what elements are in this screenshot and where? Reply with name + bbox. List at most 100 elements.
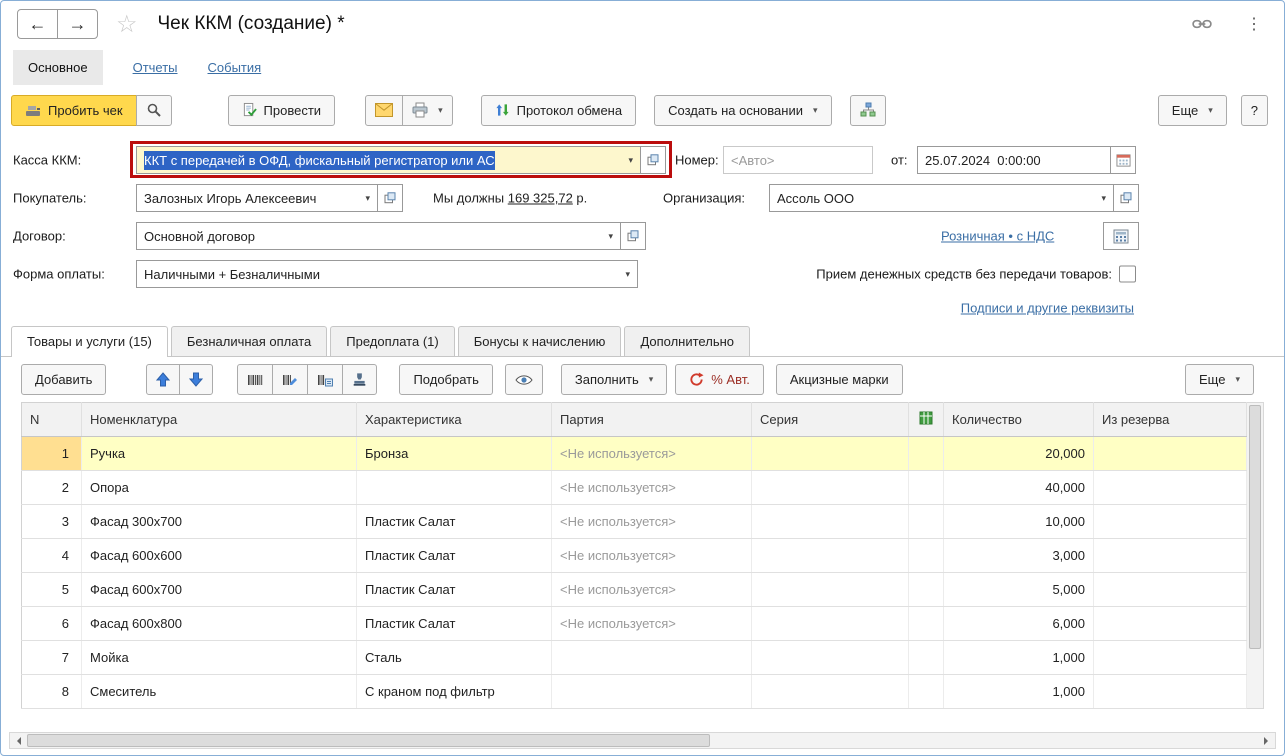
table-more-button[interactable]: Еще ▾	[1185, 364, 1254, 395]
debt-amount-link[interactable]: 169 325,72	[508, 191, 573, 206]
more-actions-button[interactable]: Еще ▾	[1157, 94, 1227, 126]
cell-nomenclature[interactable]: Мойка	[81, 640, 357, 675]
stamp-button[interactable]	[342, 364, 378, 395]
date-calendar-button[interactable]	[1110, 146, 1136, 174]
tab-cashless-payment[interactable]: Безналичная оплата	[170, 326, 328, 356]
send-email-button[interactable]	[365, 94, 404, 126]
prices-discounts-button[interactable]	[1103, 222, 1139, 250]
cell-characteristic[interactable]: Пластик Салат	[356, 606, 552, 641]
buyer-field[interactable]: Залозных Игорь Алексеевич ▾	[136, 184, 378, 212]
cell-quantity[interactable]: 3,000	[943, 538, 1094, 573]
horizontal-scrollbar[interactable]	[9, 732, 1276, 749]
cell-series[interactable]	[751, 674, 909, 709]
cell-marking[interactable]	[908, 470, 944, 505]
col-n[interactable]: N	[21, 402, 82, 437]
add-row-button[interactable]: Добавить	[21, 364, 107, 395]
cell-nomenclature[interactable]: Фасад 600x700	[81, 572, 357, 607]
horizontal-scrollbar-track[interactable]	[710, 733, 1258, 748]
cell-characteristic[interactable]	[356, 470, 552, 505]
cell-reserve[interactable]	[1093, 436, 1247, 471]
vertical-scrollbar-thumb[interactable]	[1249, 405, 1261, 649]
cell-nomenclature[interactable]: Смеситель	[81, 674, 357, 709]
back-button[interactable]: ←	[17, 9, 58, 39]
nav-item-reports[interactable]: Отчеты	[133, 60, 178, 75]
cell-batch[interactable]	[551, 674, 752, 709]
table-row[interactable]: 5 Фасад 600x700 Пластик Салат <Не исполь…	[21, 572, 1247, 607]
kassa-field[interactable]: ККТ с передачей в ОФД, фискальный регист…	[136, 146, 641, 174]
cell-batch[interactable]: <Не используется>	[551, 504, 752, 539]
cell-reserve[interactable]	[1093, 538, 1247, 573]
auto-discount-button[interactable]: % Авт.	[675, 364, 764, 395]
cell-series[interactable]	[751, 572, 909, 607]
cell-quantity[interactable]: 5,000	[943, 572, 1094, 607]
horizontal-scrollbar-thumb[interactable]	[27, 734, 711, 747]
scroll-left-button[interactable]	[10, 733, 27, 748]
cell-batch[interactable]: <Не используется>	[551, 606, 752, 641]
col-batch[interactable]: Партия	[551, 402, 752, 437]
cell-nomenclature[interactable]: Фасад 300x700	[81, 504, 357, 539]
cell-reserve[interactable]	[1093, 640, 1247, 675]
enter-barcode-button[interactable]	[272, 364, 309, 395]
tab-goods-services[interactable]: Товары и услуги (15)	[11, 326, 168, 357]
tab-bonuses[interactable]: Бонусы к начислению	[457, 326, 622, 356]
cell-quantity[interactable]: 10,000	[943, 504, 1094, 539]
table-row[interactable]: 4 Фасад 600x600 Пластик Салат <Не исполь…	[21, 538, 1247, 573]
cell-nomenclature[interactable]: Опора	[81, 470, 357, 505]
cell-marking[interactable]	[908, 674, 944, 709]
table-row[interactable]: 2 Опора <Не используется> 40,000	[21, 470, 1247, 505]
help-button[interactable]: ?	[1240, 94, 1268, 126]
kassa-dropdown-caret[interactable]: ▾	[623, 155, 638, 166]
contract-dropdown-caret[interactable]: ▾	[603, 231, 618, 242]
more-menu-icon[interactable]: ⋮	[1240, 14, 1268, 34]
document-structure-button[interactable]	[849, 94, 886, 126]
cell-batch[interactable]: <Не используется>	[551, 436, 752, 471]
cell-characteristic[interactable]: С краном под фильтр	[356, 674, 552, 709]
barcode-list-button[interactable]	[307, 364, 344, 395]
print-button[interactable]: ▾	[402, 94, 453, 126]
cell-reserve[interactable]	[1093, 504, 1247, 539]
cell-series[interactable]	[751, 470, 909, 505]
vertical-scrollbar[interactable]	[1247, 402, 1264, 709]
cell-nomenclature[interactable]: Ручка	[81, 436, 357, 471]
excise-stamps-button[interactable]: Акцизные марки	[775, 364, 903, 395]
post-button[interactable]: Провести	[227, 94, 336, 126]
table-row[interactable]: 6 Фасад 600x800 Пластик Салат <Не исполь…	[21, 606, 1247, 641]
cell-batch[interactable]	[551, 640, 752, 675]
col-series[interactable]: Серия	[751, 402, 909, 437]
pick-items-button[interactable]: Подобрать	[399, 364, 493, 395]
cell-characteristic[interactable]: Пластик Салат	[356, 504, 552, 539]
organization-field[interactable]: Ассоль ООО ▾	[769, 184, 1114, 212]
cell-characteristic[interactable]: Пластик Салат	[356, 572, 552, 607]
cell-quantity[interactable]: 1,000	[943, 674, 1094, 709]
cell-characteristic[interactable]: Пластик Салат	[356, 538, 552, 573]
cell-marking[interactable]	[908, 640, 944, 675]
cell-quantity[interactable]: 20,000	[943, 436, 1094, 471]
view-mode-button[interactable]	[504, 364, 543, 395]
cell-series[interactable]	[751, 504, 909, 539]
scan-barcode-button[interactable]	[237, 364, 274, 395]
date-field[interactable]: 25.07.2024 0:00:00	[917, 146, 1111, 174]
cell-marking[interactable]	[908, 436, 944, 471]
cell-marking[interactable]	[908, 572, 944, 607]
find-kkm-button[interactable]	[135, 94, 172, 126]
cell-quantity[interactable]: 6,000	[943, 606, 1094, 641]
scroll-right-button[interactable]	[1258, 733, 1275, 748]
payment-form-dropdown-caret[interactable]: ▾	[620, 269, 635, 280]
cell-nomenclature[interactable]: Фасад 600x600	[81, 538, 357, 573]
contract-field[interactable]: Основной договор ▾	[136, 222, 621, 250]
col-marking[interactable]	[908, 402, 944, 437]
signatures-link[interactable]: Подписи и другие реквизиты	[961, 301, 1134, 316]
contract-open-button[interactable]	[620, 222, 646, 250]
cell-batch[interactable]: <Не используется>	[551, 470, 752, 505]
nav-item-events[interactable]: События	[208, 60, 262, 75]
col-quantity[interactable]: Количество	[943, 402, 1094, 437]
cell-series[interactable]	[751, 436, 909, 471]
fill-button[interactable]: Заполнить ▾	[560, 364, 668, 395]
cell-marking[interactable]	[908, 606, 944, 641]
buyer-dropdown-caret[interactable]: ▾	[360, 193, 375, 204]
table-row[interactable]: 7 Мойка Сталь 1,000	[21, 640, 1247, 675]
get-link-icon[interactable]	[1192, 18, 1212, 30]
cell-quantity[interactable]: 1,000	[943, 640, 1094, 675]
table-row[interactable]: 1 Ручка Бронза <Не используется> 20,000	[21, 436, 1247, 471]
cell-series[interactable]	[751, 640, 909, 675]
